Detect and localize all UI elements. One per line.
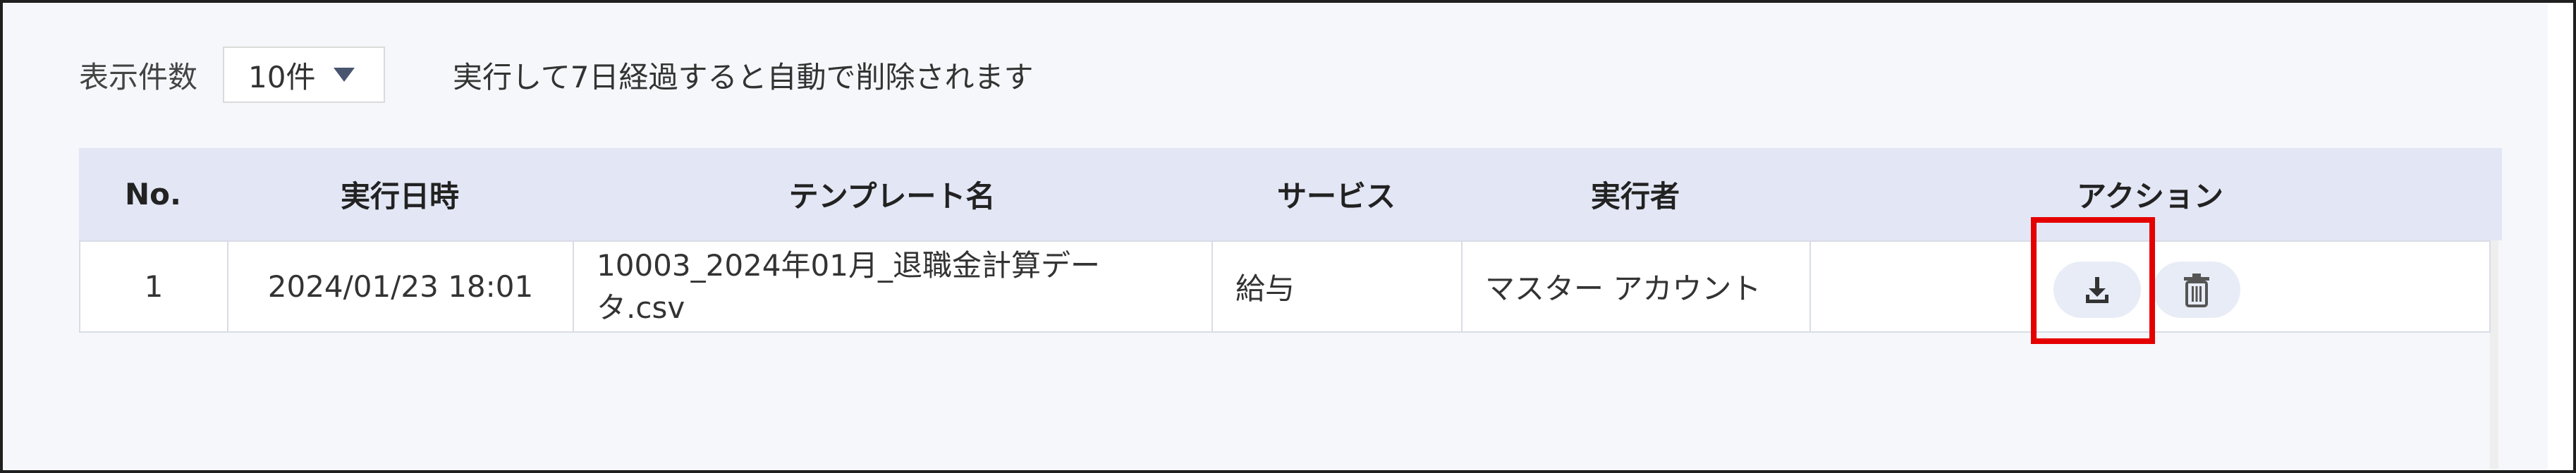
download-highlight-box bbox=[2031, 217, 2155, 344]
header-executor: 実行者 bbox=[1590, 179, 1680, 214]
caret-down-icon bbox=[334, 68, 355, 82]
auto-delete-note: 実行して7日経過すると自動で削除されます bbox=[453, 59, 1034, 94]
row-executor: マスター アカウント bbox=[1485, 271, 1762, 306]
display-count-select[interactable]: 10件 bbox=[223, 47, 386, 103]
trash-icon bbox=[2184, 274, 2209, 307]
right-panel bbox=[2548, 3, 2573, 470]
row-template-name-cell: 10003_2024年01月_退職金計算データ.csv bbox=[574, 242, 1211, 331]
header-no: No. bbox=[125, 177, 181, 211]
row-template-name: 10003_2024年01月_退職金計算データ.csv bbox=[597, 247, 1100, 325]
row-service: 給与 bbox=[1235, 271, 1295, 306]
row-executed-at: 2024/01/23 18:01 bbox=[267, 269, 534, 304]
header-template-name: テンプレート名 bbox=[788, 179, 996, 214]
display-count-label: 表示件数 bbox=[79, 59, 198, 94]
list-toolbar: 表示件数 10件 実行して7日経過すると自動で削除されます bbox=[79, 47, 1033, 103]
display-count-value: 10件 bbox=[248, 59, 316, 94]
header-service: サービス bbox=[1276, 179, 1396, 214]
row-no: 1 bbox=[144, 269, 164, 304]
column-divider bbox=[1809, 242, 1811, 331]
delete-button[interactable] bbox=[2153, 262, 2240, 318]
header-executed-at: 実行日時 bbox=[340, 179, 459, 214]
